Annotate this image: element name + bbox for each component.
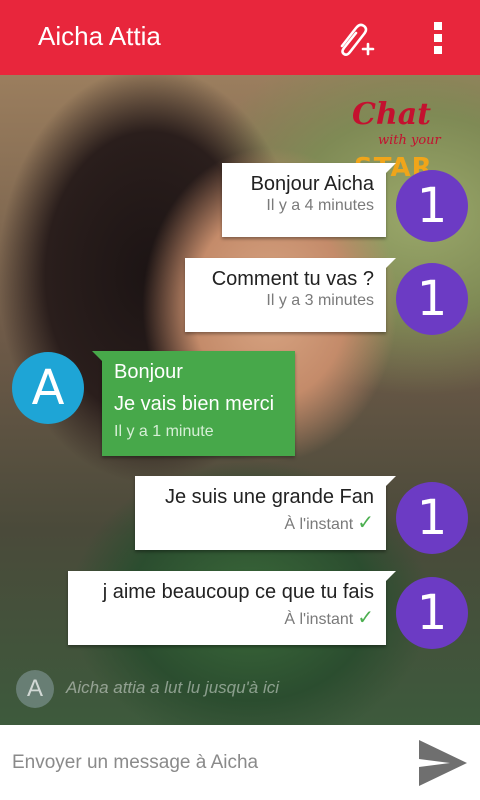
sender-avatar[interactable]: 1 bbox=[396, 577, 468, 649]
message-bubble-outgoing[interactable]: Bonjour Aicha Il y a 4 minutes bbox=[222, 163, 396, 237]
contact-avatar[interactable]: A bbox=[12, 352, 84, 424]
message-text: Bonjour Aicha bbox=[250, 173, 374, 195]
message-input[interactable] bbox=[0, 725, 412, 800]
sender-avatar[interactable]: 1 bbox=[396, 263, 468, 335]
message-time-row: À l'instant ✓ bbox=[147, 510, 374, 535]
logo-word-chat: Chat bbox=[352, 97, 431, 132]
message-composer bbox=[0, 725, 480, 800]
app-bar: Aicha Attia bbox=[0, 0, 480, 75]
message-bubble-incoming[interactable]: Bonjour Je vais bien merci Il y a 1 minu… bbox=[92, 351, 295, 456]
logo-word-with-your: with your bbox=[378, 133, 441, 148]
message-text-line1: Bonjour bbox=[114, 361, 183, 383]
read-check-icon: ✓ bbox=[357, 607, 374, 629]
sender-avatar[interactable]: 1 bbox=[396, 482, 468, 554]
message-time: Il y a 3 minutes bbox=[266, 292, 374, 309]
message-bubble-outgoing[interactable]: Comment tu vas ? Il y a 3 minutes bbox=[185, 258, 396, 332]
message-bubble-outgoing[interactable]: j aime beaucoup ce que tu fais À l'insta… bbox=[68, 571, 396, 645]
message-text: j aime beaucoup ce que tu fais bbox=[102, 581, 374, 603]
conversation-title: Aicha Attia bbox=[38, 21, 161, 51]
read-check-icon: ✓ bbox=[357, 512, 374, 534]
message-time: Il y a 4 minutes bbox=[266, 197, 374, 214]
overflow-menu-icon[interactable] bbox=[428, 20, 448, 56]
message-time: À l'instant bbox=[284, 611, 354, 628]
message-bubble-outgoing[interactable]: Je suis une grande Fan À l'instant ✓ bbox=[135, 476, 396, 550]
message-time: À l'instant bbox=[284, 516, 354, 533]
send-icon[interactable] bbox=[416, 737, 470, 789]
sender-avatar[interactable]: 1 bbox=[396, 170, 468, 242]
message-text: Comment tu vas ? bbox=[211, 268, 374, 290]
attach-plus-icon[interactable] bbox=[330, 16, 376, 62]
message-text-line2: Je vais bien merci bbox=[114, 393, 275, 415]
read-indicator-text: Aicha attia a lut lu jusqu'à ici bbox=[66, 678, 280, 697]
chat-area[interactable]: Chat with your STAR Bonjour Aicha Il y a… bbox=[0, 75, 480, 725]
read-indicator: A Aicha attia a lut lu jusqu'à ici bbox=[16, 670, 416, 710]
message-time: Il y a 1 minute bbox=[114, 423, 214, 440]
read-indicator-avatar: A bbox=[16, 670, 54, 708]
message-time-row: À l'instant ✓ bbox=[80, 605, 374, 630]
message-text: Je suis une grande Fan bbox=[164, 486, 374, 508]
